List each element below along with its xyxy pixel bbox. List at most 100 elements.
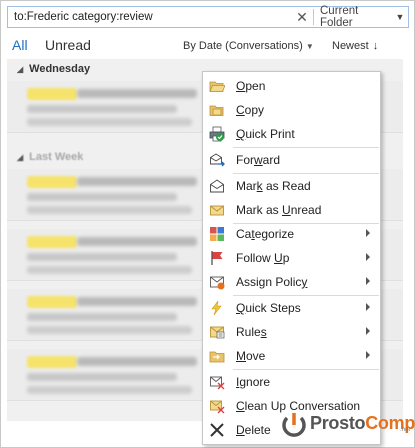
menu-item-label: Mark as Read	[236, 179, 311, 193]
accelerator-key: C	[236, 399, 245, 413]
blurred-text	[27, 326, 192, 334]
quick-print-icon	[209, 126, 225, 142]
blurred-text	[77, 89, 197, 98]
search-input[interactable]: to:Frederic category:review	[8, 11, 291, 23]
blurred-text	[27, 193, 177, 201]
arrange-by-dropdown[interactable]: By Date (Conversations) ▼	[183, 40, 314, 52]
filter-bar: All Unread By Date (Conversations) ▼ Newe…	[1, 35, 414, 59]
submenu-arrow-icon	[366, 277, 370, 285]
menu-item-rules[interactable]: Rules	[203, 320, 380, 344]
blurred-text	[27, 373, 177, 381]
mark-unread-icon	[210, 205, 224, 216]
blurred-sender-highlight	[27, 296, 77, 308]
watermark-logo: ProstoComp .net	[278, 405, 415, 447]
accelerator-key: O	[236, 79, 246, 93]
menu-item-mark-as-read[interactable]: Mark as Read	[203, 174, 380, 198]
menu-item-follow-up[interactable]: Follow Up	[203, 246, 380, 270]
accelerator-key: y	[301, 275, 308, 289]
menu-item-assign-policy[interactable]: Assign Policy	[203, 270, 380, 294]
quick-steps-icon	[211, 300, 222, 316]
submenu-arrow-icon	[366, 327, 370, 335]
sort-order-toggle[interactable]: Newest ↓	[332, 40, 378, 52]
menu-item-label: Follow Up	[236, 251, 290, 265]
blurred-text	[77, 237, 197, 246]
search-box[interactable]: to:Frederic category:review ✕ Current Fo…	[7, 5, 409, 29]
blurred-text	[27, 105, 177, 113]
accelerator-key: I	[236, 375, 240, 389]
accelerator-key: U	[274, 251, 283, 265]
menu-item-quick-steps[interactable]: Quick Steps	[203, 296, 380, 320]
menu-item-forward[interactable]: Forward	[203, 148, 380, 172]
menu-item-label: Move	[236, 349, 266, 363]
menu-item-label: Ignore	[236, 375, 271, 389]
blurred-sender-highlight	[27, 236, 77, 248]
submenu-arrow-icon	[366, 351, 370, 359]
submenu-arrow-icon	[366, 229, 370, 237]
blurred-text	[27, 313, 177, 321]
menu-item-label: Assign Policy	[236, 275, 308, 289]
menu-item-label: Quick Steps	[236, 301, 301, 315]
accelerator-key: Q	[236, 301, 246, 315]
group-header-wednesday[interactable]: ◢ Wednesday	[17, 63, 90, 75]
ignore-icon	[210, 376, 225, 390]
move-folder-icon	[209, 351, 225, 363]
blurred-sender-highlight	[27, 88, 77, 100]
delete-icon	[210, 423, 224, 437]
menu-item-label: Copy	[236, 103, 265, 117]
assign-policy-icon	[210, 276, 225, 290]
menu-item-label: Delete	[236, 423, 271, 437]
menu-item-label: Quick Print	[236, 127, 295, 141]
menu-item-copy[interactable]: Copy	[203, 98, 380, 122]
clear-search-icon[interactable]: ✕	[291, 9, 313, 26]
categorize-icon	[210, 227, 224, 241]
menu-item-quick-print[interactable]: Quick Print	[203, 122, 380, 146]
sort-order-label: Newest	[332, 40, 369, 52]
group-header-last-week[interactable]: ◢ Last Week	[17, 151, 83, 163]
blurred-text	[77, 357, 197, 366]
menu-item-label: Categorize	[236, 227, 295, 241]
menu-item-label: Mark as Unread	[236, 203, 322, 217]
copy-icon	[209, 105, 224, 116]
menu-item-label: Forward	[236, 153, 281, 167]
rules-icon	[210, 326, 225, 339]
filter-unread-tab[interactable]: Unread	[45, 37, 91, 53]
menu-item-ignore[interactable]: Ignore	[203, 370, 380, 394]
blurred-text	[77, 297, 197, 306]
brand-part-a: Prosto	[310, 413, 366, 433]
accelerator-key: t	[251, 227, 255, 241]
menu-item-open[interactable]: Open	[203, 74, 380, 98]
collapse-triangle-icon: ◢	[17, 153, 24, 162]
menu-item-move[interactable]: Move	[203, 344, 380, 368]
blurred-text	[27, 386, 192, 394]
group-label: Wednesday	[29, 63, 91, 75]
arrange-by-label: By Date (Conversations)	[183, 40, 303, 52]
accelerator-key: w	[254, 153, 263, 167]
search-scope-dropdown[interactable]: Current Folder	[314, 5, 392, 29]
menu-item-mark-as-unread[interactable]: Mark as Unread	[203, 198, 380, 222]
menu-item-label: Rules	[236, 325, 267, 339]
power-logo-icon	[282, 413, 306, 437]
blurred-text	[27, 118, 192, 126]
chevron-down-icon: ▼	[305, 42, 314, 51]
folder-open-icon	[209, 81, 225, 92]
accelerator-key: s	[260, 325, 267, 339]
mark-read-icon	[210, 179, 224, 193]
accelerator-key: M	[236, 349, 246, 363]
blurred-text	[27, 206, 192, 214]
follow-up-flag-icon	[211, 251, 223, 265]
collapse-triangle-icon: ◢	[17, 65, 24, 74]
accelerator-key: k	[256, 179, 263, 193]
accelerator-key: D	[236, 423, 245, 437]
blurred-sender-highlight	[27, 356, 77, 368]
filter-all-tab[interactable]: All	[12, 37, 28, 53]
brand-suffix: .net	[400, 427, 411, 433]
blurred-text	[27, 253, 177, 261]
clean-up-icon	[210, 400, 225, 414]
accelerator-key: U	[282, 203, 291, 217]
blurred-text	[27, 266, 192, 274]
accelerator-key: Q	[236, 127, 246, 141]
menu-item-categorize[interactable]: Categorize	[203, 222, 380, 246]
chevron-down-icon[interactable]: ▼	[392, 12, 408, 22]
accelerator-key: C	[236, 103, 245, 117]
arrow-down-icon: ↓	[372, 40, 379, 52]
